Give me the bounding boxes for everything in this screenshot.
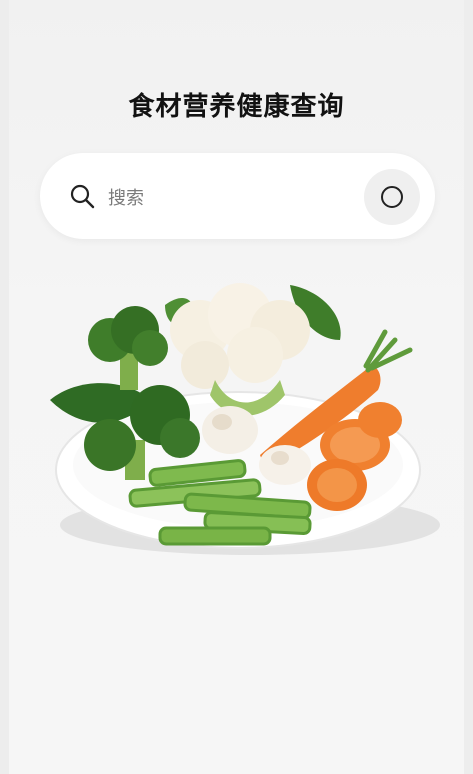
page-title: 食材营养健康查询 — [128, 92, 345, 122]
search-icon — [69, 183, 95, 209]
app-screen: 食材营养健康查询 搜索 — [0, 0, 473, 774]
search-bar[interactable]: 搜索 — [40, 153, 435, 239]
search-placeholder: 搜索 — [108, 188, 144, 209]
circle-icon — [381, 186, 403, 208]
vegetable-plate-image — [50, 283, 440, 555]
search-action-button[interactable] — [364, 169, 420, 225]
